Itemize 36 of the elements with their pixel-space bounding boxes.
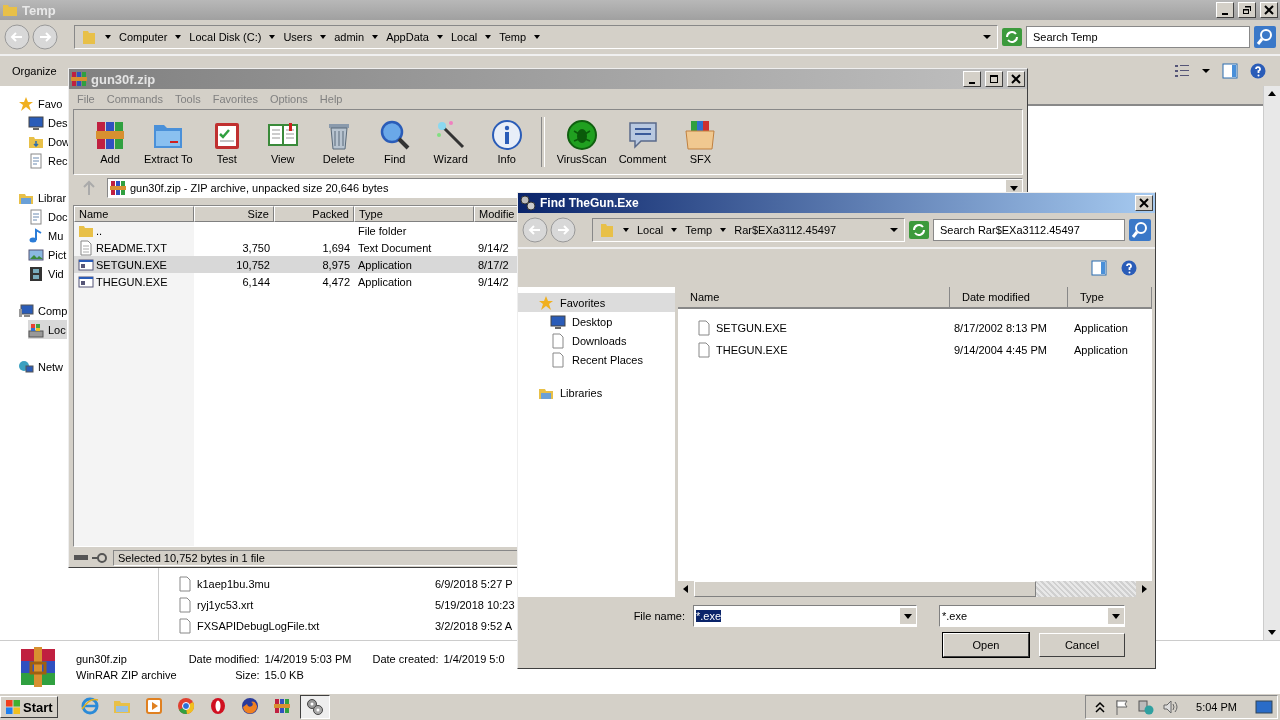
file-name: .. xyxy=(96,224,103,237)
file-name: gun30f.zip xyxy=(76,653,127,665)
file-date: 9/14/2004 4:45 PM xyxy=(954,344,1047,356)
detail-label: Date created: xyxy=(372,653,439,665)
detail-label: Size: xyxy=(234,669,260,681)
file-type: Application xyxy=(358,258,412,271)
modified-date: 8/17/2 xyxy=(478,258,509,271)
detail-value: 1/4/2019 5:0 xyxy=(443,653,506,665)
window-title: Find TheGun.Exe xyxy=(540,196,639,210)
size: 10,752 xyxy=(236,258,270,271)
file-date: 3/2/2018 9:52 A xyxy=(435,619,513,632)
file-type: Text Document xyxy=(358,241,432,254)
file-type: File folder xyxy=(358,224,407,237)
detail-value: 1/4/2019 5:03 PM xyxy=(264,653,353,665)
window-title: Temp xyxy=(22,2,56,18)
file-type: Application xyxy=(358,275,412,288)
file-type: Application xyxy=(1074,344,1128,356)
file-type: Application xyxy=(1074,322,1128,334)
window-title: gun30f.zip xyxy=(91,71,156,87)
file-date: 8/17/2002 8:13 PM xyxy=(954,322,1047,334)
file-name: SETGUN.EXE xyxy=(96,258,167,271)
size: 3,750 xyxy=(242,241,270,254)
detail-value: 15.0 KB xyxy=(264,669,305,681)
file-type: WinRAR ZIP archive xyxy=(76,669,177,681)
detail-label: Date modified: xyxy=(188,653,260,665)
modified-date: 9/14/2 xyxy=(478,241,509,254)
size: 6,144 xyxy=(242,275,270,288)
file-date: 6/9/2018 5:27 P xyxy=(435,577,513,590)
field-label: File name: xyxy=(633,610,685,622)
file-name: README.TXT xyxy=(96,241,167,254)
file-name: THEGUN.EXE xyxy=(96,275,168,288)
file-date: 5/19/2018 10:23 xyxy=(435,598,515,611)
packed-size: 1,694 xyxy=(322,241,350,254)
packed-size: 4,472 xyxy=(322,275,350,288)
packed-size: 8,975 xyxy=(322,258,350,271)
modified-date: 9/14/2 xyxy=(478,275,509,288)
